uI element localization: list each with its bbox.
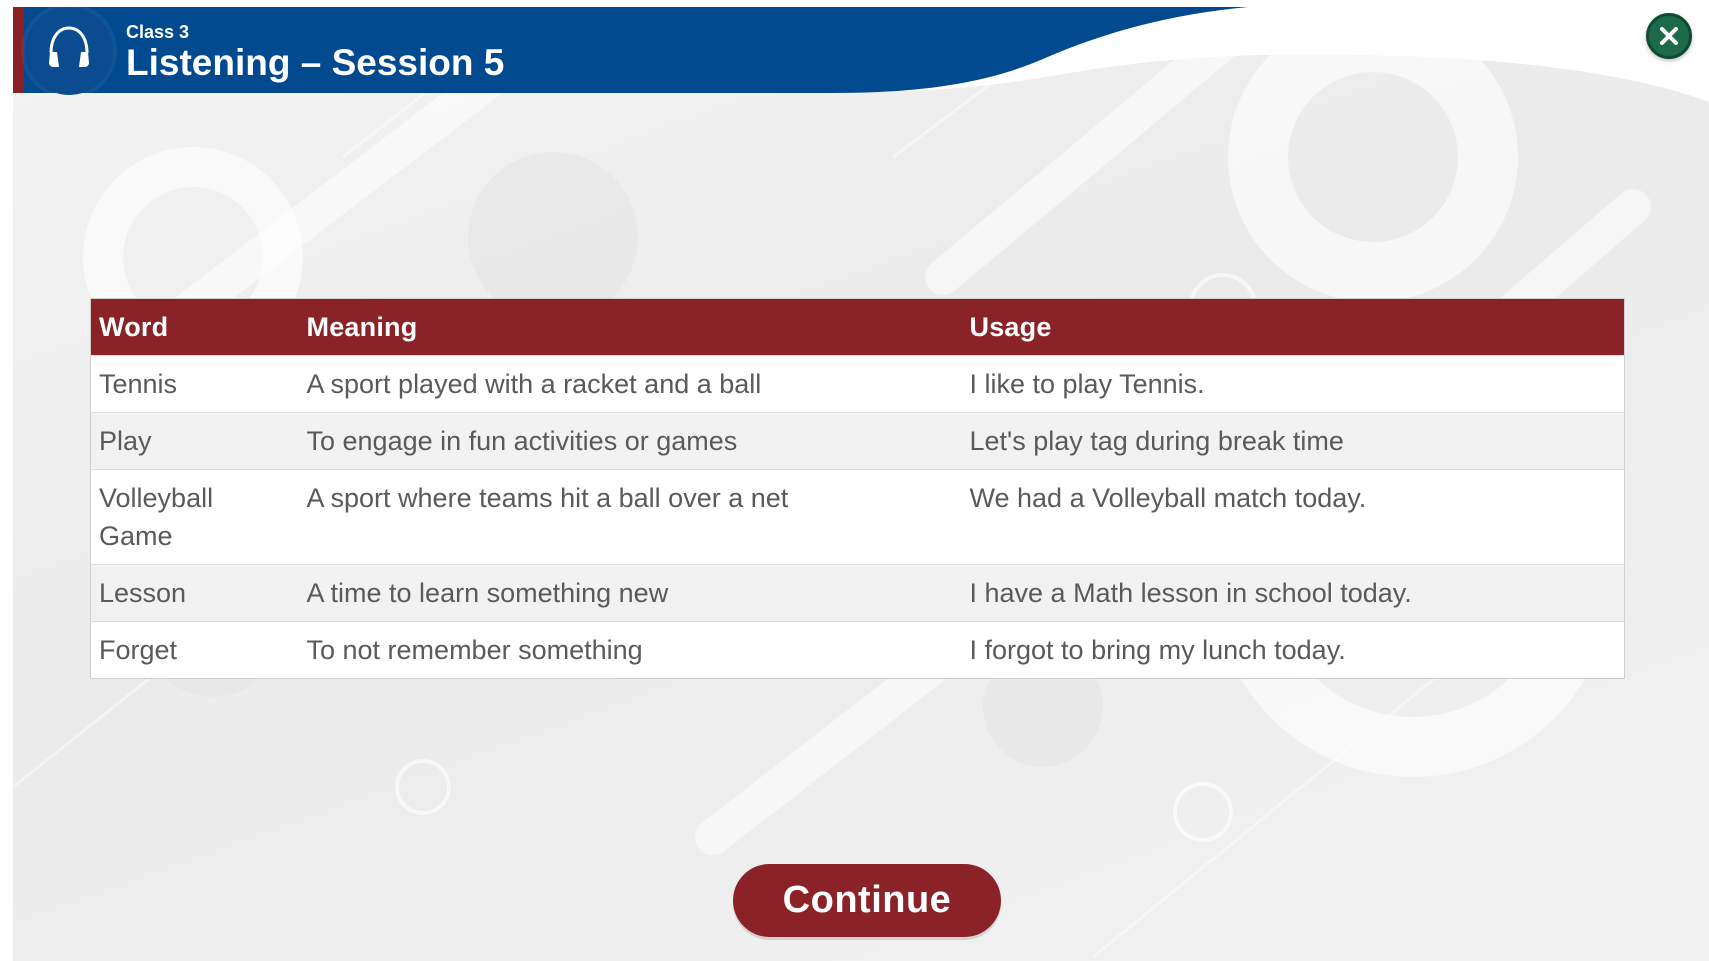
table-row: Play To engage in fun activities or game…: [90, 412, 1625, 470]
column-header-meaning: Meaning: [306, 311, 418, 342]
continue-button[interactable]: Continue: [733, 864, 1001, 937]
table-row: Forget To not remember something I forgo…: [90, 621, 1625, 679]
usage-cell: We had a Volleyball match today.: [961, 469, 1625, 565]
word-cell: Volleyball Game: [90, 469, 299, 565]
table-row: Lesson A time to learn something new I h…: [90, 564, 1625, 622]
header-accent-bar: [13, 7, 24, 93]
table-row: Tennis A sport played with a racket and …: [90, 355, 1625, 413]
column-header-word: Word: [99, 311, 169, 342]
meaning-cell: A sport where teams hit a ball over a ne…: [298, 469, 962, 565]
usage-cell: I like to play Tennis.: [961, 355, 1625, 413]
table-header-row: Word Meaning Usage: [90, 298, 1625, 356]
column-header-usage: Usage: [969, 311, 1052, 342]
class-label: Class 3: [126, 22, 190, 42]
table-row: Volleyball Game A sport where teams hit …: [90, 469, 1625, 565]
vocabulary-table: Word Meaning Usage Tennis A sport played…: [90, 298, 1625, 679]
meaning-cell: A time to learn something new: [298, 564, 962, 622]
usage-cell: Let's play tag during break time: [961, 412, 1625, 470]
lesson-stage: Class 3 Listening – Session 5 Word Meani…: [13, 7, 1709, 961]
meaning-cell: To not remember something: [298, 621, 962, 679]
meaning-cell: To engage in fun activities or games: [298, 412, 962, 470]
page-title: Listening – Session 5: [126, 42, 505, 83]
word-cell: Lesson: [90, 564, 299, 622]
usage-cell: I forgot to bring my lunch today.: [961, 621, 1625, 679]
close-button[interactable]: [1646, 13, 1692, 59]
headphones-icon: [25, 7, 113, 95]
word-cell: Tennis: [90, 355, 299, 413]
meaning-cell: A sport played with a racket and a ball: [298, 355, 962, 413]
word-cell: Forget: [90, 621, 299, 679]
usage-cell: I have a Math lesson in school today.: [961, 564, 1625, 622]
close-icon: [1660, 27, 1678, 45]
word-cell: Play: [90, 412, 299, 470]
